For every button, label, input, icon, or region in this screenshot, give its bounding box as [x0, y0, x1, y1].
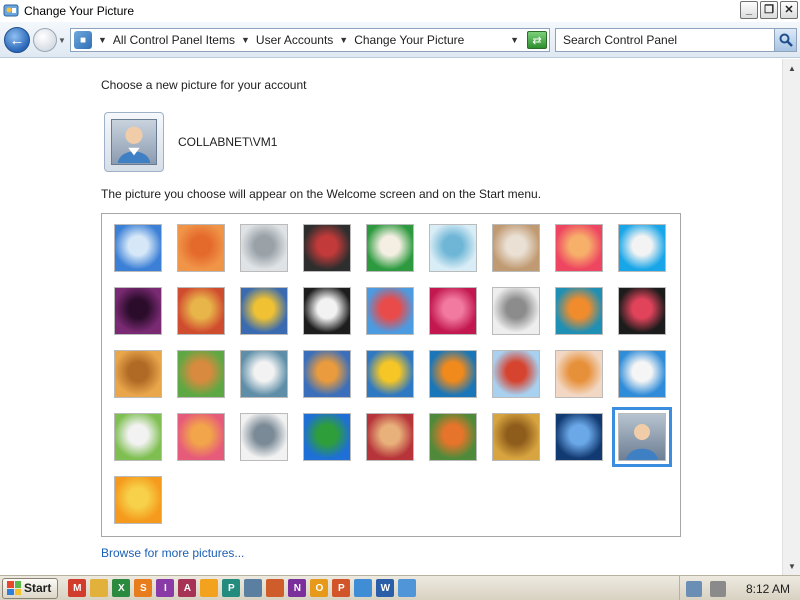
- jacks-picture[interactable]: [492, 287, 540, 335]
- puppy-picture[interactable]: [177, 350, 225, 398]
- system-tray: 8:12 AM: [678, 576, 800, 600]
- quick-launch: MXSIAPNOPW: [68, 579, 417, 597]
- doll-picture[interactable]: [555, 350, 603, 398]
- dog-picture[interactable]: [303, 287, 351, 335]
- restore-button[interactable]: ❐: [760, 1, 778, 19]
- breadcrumb-user-accounts[interactable]: User Accounts: [256, 33, 333, 47]
- current-picture: [104, 112, 164, 172]
- scroll-down-icon[interactable]: ▼: [785, 559, 799, 573]
- guitar-picture[interactable]: [114, 350, 162, 398]
- window-title: Change Your Picture: [24, 4, 135, 18]
- user-icon: [117, 126, 151, 163]
- infopath-icon[interactable]: I: [156, 579, 175, 597]
- chevron-down-icon[interactable]: ▼: [98, 35, 107, 45]
- refresh-button[interactable]: ⇄: [527, 31, 547, 49]
- volume-icon[interactable]: [709, 580, 726, 597]
- kitten-picture[interactable]: [492, 224, 540, 272]
- clock[interactable]: 8:12 AM: [746, 582, 790, 596]
- gmail-icon[interactable]: M: [68, 579, 87, 597]
- picture-description: The picture you choose will appear on th…: [101, 187, 542, 201]
- basket-picture[interactable]: [492, 413, 540, 461]
- contact-icon[interactable]: [244, 579, 263, 597]
- vertical-scrollbar[interactable]: ▲ ▼: [782, 59, 800, 575]
- start-label: Start: [24, 581, 52, 595]
- fabric-picture[interactable]: [177, 287, 225, 335]
- window-picture[interactable]: [303, 413, 351, 461]
- excel-icon[interactable]: X: [112, 579, 131, 597]
- breadcrumb-change-picture[interactable]: Change Your Picture: [354, 33, 464, 47]
- textile-picture[interactable]: [177, 413, 225, 461]
- pink-star-picture[interactable]: [429, 287, 477, 335]
- ball-picture[interactable]: [114, 287, 162, 335]
- taskbar: Start MXSIAPNOPW 8:12 AM: [0, 575, 800, 600]
- search-icon: [779, 33, 793, 47]
- back-button[interactable]: ←: [4, 27, 30, 53]
- folder-icon[interactable]: [90, 579, 109, 597]
- lighthouse-picture[interactable]: [555, 413, 603, 461]
- browse-more-link[interactable]: Browse for more pictures...: [101, 546, 244, 560]
- sun-icon[interactable]: [200, 579, 219, 597]
- onenote-icon[interactable]: N: [288, 579, 307, 597]
- outlook-icon[interactable]: O: [310, 579, 329, 597]
- flower-picture[interactable]: [555, 224, 603, 272]
- roller-coaster-picture[interactable]: [114, 224, 162, 272]
- access-icon[interactable]: A: [178, 579, 197, 597]
- butterfly-picture[interactable]: [429, 413, 477, 461]
- windows-logo-icon: [7, 581, 21, 595]
- control-panel-icon: [3, 3, 19, 19]
- address-bar: ← ▼ ■ ▼ All Control Panel Items ▼ User A…: [0, 22, 800, 58]
- toy-robot-picture[interactable]: [240, 350, 288, 398]
- refresh-icon: ⇄: [532, 34, 542, 47]
- main-content: Choose a new picture for your account CO…: [0, 59, 782, 575]
- close-button[interactable]: ✕: [780, 1, 798, 19]
- scarf-picture[interactable]: [303, 350, 351, 398]
- record-player-picture[interactable]: [303, 224, 351, 272]
- leaf-picture[interactable]: [240, 287, 288, 335]
- marbles-picture[interactable]: [240, 413, 288, 461]
- soccer-ball-picture[interactable]: [114, 413, 162, 461]
- search-placeholder: Search Control Panel: [563, 33, 678, 47]
- breadcrumb-all-items[interactable]: All Control Panel Items: [113, 33, 235, 47]
- scroll-up-icon[interactable]: ▲: [785, 61, 799, 75]
- word-icon[interactable]: W: [376, 579, 395, 597]
- sharepoint-icon[interactable]: S: [134, 579, 153, 597]
- picture-manager-icon[interactable]: [266, 579, 285, 597]
- crayons-picture[interactable]: [366, 287, 414, 335]
- powerpoint-icon[interactable]: P: [332, 579, 351, 597]
- chevron-down-icon[interactable]: ▼: [339, 35, 348, 45]
- robot-picture[interactable]: [240, 224, 288, 272]
- arrow-left-icon: ←: [9, 31, 25, 49]
- forward-button[interactable]: [33, 28, 57, 52]
- publisher-icon[interactable]: P: [222, 579, 241, 597]
- starfish-picture[interactable]: [177, 224, 225, 272]
- lucky-cat-picture[interactable]: [366, 224, 414, 272]
- pinwheel-picture[interactable]: [618, 224, 666, 272]
- gerbera-picture[interactable]: [114, 476, 162, 524]
- control-panel-taskbar-icon[interactable]: [398, 579, 417, 597]
- title-bar: Change Your Picture _ ❐ ✕: [0, 0, 800, 22]
- history-dropdown-icon[interactable]: ▼: [58, 36, 66, 45]
- stairs-picture[interactable]: [555, 287, 603, 335]
- breadcrumb[interactable]: ■ ▼ All Control Panel Items ▼ User Accou…: [70, 28, 550, 52]
- page-heading: Choose a new picture for your account: [101, 78, 307, 92]
- account-name: COLLABNET\VM1: [178, 135, 278, 149]
- balloon-picture[interactable]: [492, 350, 540, 398]
- fish-picture[interactable]: [429, 350, 477, 398]
- network-icon[interactable]: [685, 580, 702, 597]
- control-panel-icon: ■: [74, 31, 92, 49]
- address-dropdown-icon[interactable]: ▼: [510, 35, 519, 45]
- sunflower-picture[interactable]: [366, 350, 414, 398]
- gyroscope-picture[interactable]: [429, 224, 477, 272]
- paper-crane-picture[interactable]: [618, 287, 666, 335]
- search-button[interactable]: [774, 29, 796, 51]
- default-user-picture[interactable]: [612, 407, 672, 467]
- picture-grid: [101, 213, 681, 537]
- minimize-button[interactable]: _: [740, 1, 758, 19]
- clip-organizer-icon[interactable]: [354, 579, 373, 597]
- start-button[interactable]: Start: [2, 577, 59, 599]
- sailboat-picture[interactable]: [618, 350, 666, 398]
- chevron-down-icon[interactable]: ▼: [241, 35, 250, 45]
- weave-picture[interactable]: [366, 413, 414, 461]
- search-input[interactable]: Search Control Panel: [555, 28, 797, 52]
